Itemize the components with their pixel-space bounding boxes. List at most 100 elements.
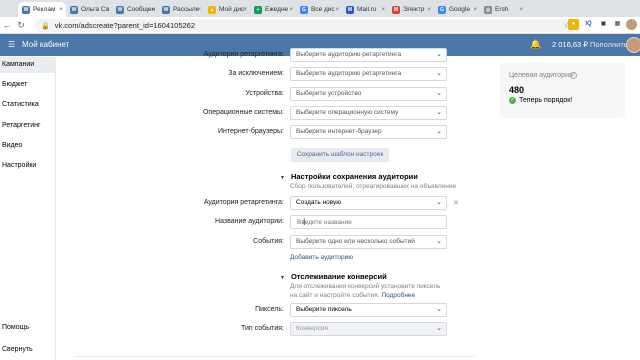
- lock-icon[interactable]: 🔒: [41, 22, 50, 30]
- browser-tab[interactable]: G Google ×: [434, 2, 480, 17]
- select-value: Выберите аудиторию ретаргетинга: [296, 70, 402, 77]
- help-question-icon[interactable]: ?: [570, 72, 577, 79]
- browser-tab[interactable]: W Сообщен ×: [112, 2, 158, 17]
- exclude-label: За исключением:: [228, 70, 284, 77]
- audience-section-title[interactable]: ▼ Настройки сохранения аудитории: [280, 172, 418, 181]
- profile-avatar-icon[interactable]: [626, 19, 637, 30]
- select-value: Выберите аудиторию ретаргетинга: [296, 51, 402, 58]
- collapse-triangle-icon[interactable]: ▼: [280, 275, 285, 281]
- chevron-down-icon: ⌄: [436, 90, 442, 97]
- conversion-section-title[interactable]: ▼ Отслеживание конверсий: [280, 272, 387, 281]
- sidebar-item-statistics[interactable]: Статистика: [0, 97, 56, 113]
- close-icon[interactable]: ×: [335, 7, 339, 13]
- close-icon[interactable]: ×: [243, 7, 247, 13]
- browser-tab[interactable]: ◎ Ersh ×: [480, 2, 526, 17]
- page-title[interactable]: Мой кабинет: [22, 40, 69, 49]
- menu-icon[interactable]: ☰: [8, 40, 15, 49]
- chevron-down-icon: ⌄: [436, 199, 442, 206]
- extension-iq-icon[interactable]: IQ: [583, 19, 594, 30]
- audience-name-input[interactable]: [290, 215, 447, 229]
- extension-icon[interactable]: ▣: [598, 19, 609, 30]
- pixel-label: Пиксель:: [255, 306, 284, 313]
- sidebar-item-video[interactable]: Видео: [0, 138, 56, 154]
- google-icon: G: [300, 5, 308, 14]
- section-title-text: Отслеживание конверсий: [290, 272, 387, 281]
- conversion-hint-line2: на сайт и настройте события. Подробнее: [290, 291, 415, 300]
- browser-tab-strip: W Реклам × W Ольга Са × W Сообщен × W Рассылк × ▲ Мой…: [0, 0, 640, 17]
- close-icon[interactable]: ×: [151, 7, 155, 13]
- chevron-down-icon: ⌄: [436, 325, 442, 332]
- retarget-audience-select[interactable]: Создать новую ⌄: [290, 196, 447, 210]
- collapse-triangle-icon[interactable]: ▼: [280, 175, 285, 181]
- event-type-select[interactable]: Конверсия ⌄: [290, 322, 447, 336]
- target-audience-card: Целевая аудитория ? 480 ✓ Теперь порядок…: [500, 63, 625, 118]
- browser-toolbar: ← ↻ 🔒 vk.com/adscreate?parent_id=1604105…: [0, 17, 640, 34]
- more-link[interactable]: Подробнее: [381, 292, 415, 299]
- avatar[interactable]: [626, 37, 640, 53]
- browser-tab[interactable]: G Все дис ×: [296, 2, 342, 17]
- close-icon[interactable]: ×: [289, 7, 293, 13]
- topup-link[interactable]: Пополнить: [590, 40, 628, 49]
- tab-label: Google: [449, 6, 470, 13]
- tab-label: Рассылк: [173, 6, 199, 13]
- os-label: Операционные системы:: [202, 109, 284, 116]
- chevron-down-icon: ⌄: [436, 70, 442, 77]
- browser-tab[interactable]: M Электр ×: [388, 2, 434, 17]
- section-title-text: Настройки сохранения аудитории: [290, 172, 418, 181]
- bell-icon[interactable]: 🔔: [530, 39, 541, 50]
- sidebar-collapse[interactable]: Свернуть: [0, 342, 56, 358]
- close-icon[interactable]: ×: [197, 7, 201, 13]
- close-icon[interactable]: ×: [427, 7, 431, 13]
- vk-icon: W: [22, 5, 30, 14]
- close-icon[interactable]: ×: [473, 7, 477, 13]
- browser-tab[interactable]: W Ольга Са ×: [66, 2, 112, 17]
- exclude-select[interactable]: Выберите аудиторию ретаргетинга ⌄: [290, 67, 447, 81]
- browser-tab[interactable]: + Ежедне ×: [250, 2, 296, 17]
- browser-tab[interactable]: ▲ Мой дис ×: [204, 2, 250, 17]
- devices-label: Устройства:: [245, 90, 284, 97]
- save-template-button[interactable]: Сохранить шаблон настроек: [291, 148, 389, 162]
- os-select[interactable]: Выберите операционную систему ⌄: [290, 106, 447, 120]
- tab-label: Электр: [403, 6, 425, 13]
- sidebar: Кампании Бюджет Статистика Ретаргетинг В…: [0, 56, 56, 360]
- tab-label: Мой дис: [219, 6, 245, 13]
- sheets-icon: +: [254, 5, 262, 14]
- sidebar-item-campaigns[interactable]: Кампании: [0, 57, 56, 73]
- devices-select[interactable]: Выберите устройство ⌄: [290, 87, 447, 101]
- extensions-puzzle-icon[interactable]: ▦: [612, 19, 623, 30]
- close-icon[interactable]: ×: [519, 7, 523, 13]
- select-value: Конверсия: [296, 325, 329, 332]
- hint-text: на сайт и настройте события.: [290, 292, 380, 299]
- add-audience-link[interactable]: Добавить аудиторию: [290, 254, 353, 261]
- address-bar[interactable]: 🔒 vk.com/adscreate?parent_id=1604105262 …: [35, 19, 577, 32]
- close-icon[interactable]: ×: [105, 7, 109, 13]
- sidebar-item-retargeting[interactable]: Ретаргетинг: [0, 118, 56, 134]
- sidebar-item-settings[interactable]: Настройки: [0, 158, 56, 174]
- remove-icon[interactable]: ✕: [453, 199, 459, 207]
- back-arrow-icon[interactable]: ←: [0, 20, 14, 30]
- extension-icon[interactable]: ●: [568, 19, 579, 30]
- reload-icon[interactable]: ↻: [14, 20, 28, 31]
- tab-label: Реклам: [33, 6, 56, 13]
- audience-name-label: Название аудитории:: [215, 218, 284, 225]
- select-value: Выберите пиксель: [296, 306, 352, 313]
- sidebar-item-help[interactable]: Помощь: [0, 320, 56, 336]
- browser-tab[interactable]: W Реклам ×: [18, 2, 66, 17]
- url-text: vk.com/adscreate?parent_id=1604105262: [54, 21, 196, 30]
- drive-icon: ▲: [208, 5, 216, 14]
- chevron-down-icon: ⌄: [436, 128, 442, 135]
- audience-section-hint: Сбор пользователей, отреагировавших на о…: [290, 183, 457, 190]
- browser-tab[interactable]: M Mail.ru ×: [342, 2, 388, 17]
- browsers-select[interactable]: Выберите интернет-браузер ⌄: [290, 125, 447, 139]
- check-icon: ✓: [509, 97, 516, 104]
- close-icon[interactable]: ×: [59, 7, 63, 13]
- audience-count: 480: [509, 85, 525, 95]
- retarget-audiences-select[interactable]: Выберите аудиторию ретаргетинга ⌄: [290, 48, 447, 62]
- select-value: Выберите одно или несколько событий: [296, 238, 415, 245]
- close-icon[interactable]: ×: [381, 7, 385, 13]
- pixel-select[interactable]: Выберите пиксель ⌄: [290, 303, 447, 317]
- chevron-down-icon: ⌄: [436, 51, 442, 58]
- events-select[interactable]: Выберите одно или несколько событий ⌄: [290, 235, 447, 249]
- sidebar-item-budget[interactable]: Бюджет: [0, 77, 56, 93]
- browser-tab[interactable]: W Рассылк ×: [158, 2, 204, 17]
